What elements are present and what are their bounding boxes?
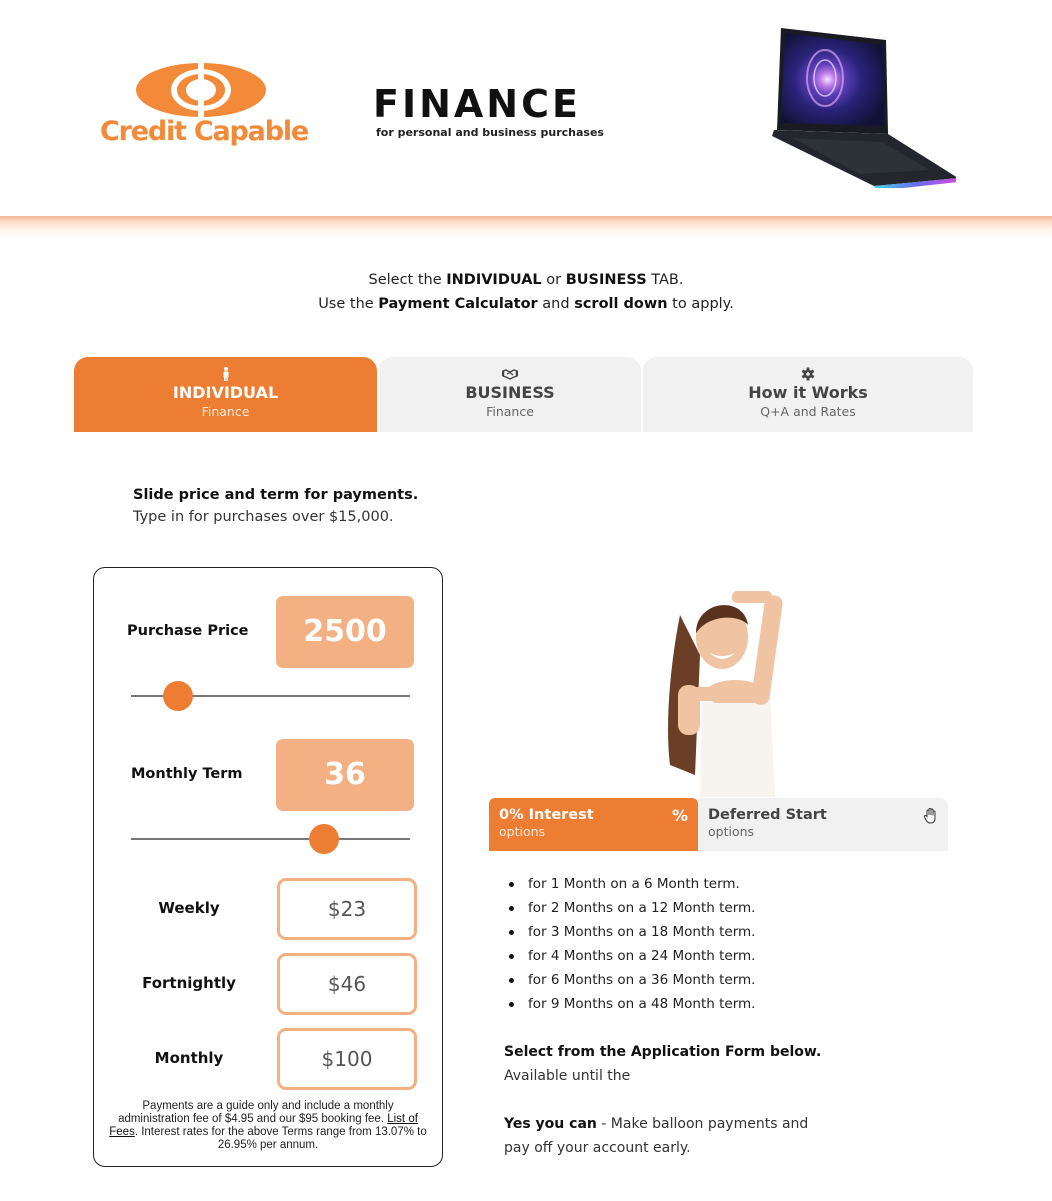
apply-heading: Select from the Application Form below. xyxy=(504,1044,822,1060)
tab-individual-title: INDIVIDUAL xyxy=(172,383,279,402)
payment-calculator: Purchase Price 2500 Monthly Term 36 Week… xyxy=(93,567,443,1167)
list-item: for 3 Months on a 18 Month term. xyxy=(506,920,755,944)
logo-mark-icon xyxy=(136,62,266,118)
tab-zero-interest-title: 0% Interest xyxy=(499,807,594,823)
purchase-price-slider-thumb[interactable] xyxy=(163,681,194,711)
monthly-term-label: Monthly Term xyxy=(131,766,243,782)
list-item: for 9 Months on a 48 Month term. xyxy=(506,992,755,1016)
calculator-instructions: Slide price and term for payments. Type … xyxy=(133,487,419,525)
intro-text: Select the INDIVIDUAL or BUSINESS TAB. U… xyxy=(0,268,1052,316)
purchase-price-input[interactable]: 2500 xyxy=(276,596,414,668)
handshake-icon xyxy=(502,369,518,380)
tab-individual-subtitle: Finance xyxy=(201,404,250,419)
monthly-payment-value: $100 xyxy=(277,1028,417,1090)
weekly-payment-value: $23 xyxy=(277,878,417,940)
balloon-payments-note: Yes you can - Make balloon payments and … xyxy=(504,1116,809,1156)
tab-how-it-works-title: How it Works xyxy=(748,383,868,402)
list-item: for 4 Months on a 24 Month term. xyxy=(506,944,755,968)
list-item: for 6 Months on a 36 Month term. xyxy=(506,968,755,992)
purchase-price-label: Purchase Price xyxy=(127,623,249,639)
monthly-term-slider[interactable] xyxy=(131,823,410,855)
tab-how-it-works[interactable]: How it Works Q+A and Rates xyxy=(643,357,973,432)
woman-framing-gesture-photo xyxy=(668,591,783,797)
fortnightly-payment-value: $46 xyxy=(277,953,417,1015)
tab-business-subtitle: Finance xyxy=(486,404,534,419)
monthly-term-slider-thumb[interactable] xyxy=(308,824,339,854)
purchase-price-slider[interactable] xyxy=(131,680,410,712)
tab-zero-interest-subtitle: options xyxy=(499,824,546,839)
monthly-term-input[interactable]: 36 xyxy=(276,739,414,811)
tab-how-it-works-subtitle: Q+A and Rates xyxy=(760,404,856,419)
tab-business-title: BUSINESS xyxy=(465,383,555,402)
list-item: for 1 Month on a 6 Month term. xyxy=(506,872,755,896)
weekly-label: Weekly xyxy=(158,899,220,917)
laptop-image xyxy=(772,28,956,188)
tab-zero-interest[interactable]: 0% Interest options % xyxy=(489,798,698,851)
person-icon xyxy=(223,367,228,381)
gear-icon xyxy=(801,367,815,381)
credit-capable-logo[interactable]: Credit Capable xyxy=(76,62,332,158)
percent-icon: % xyxy=(671,806,688,825)
monthly-label: Monthly xyxy=(154,1049,224,1067)
page-subtitle: for personal and business purchases xyxy=(376,126,604,139)
slider-track xyxy=(131,838,410,840)
tab-deferred-start-title: Deferred Start xyxy=(708,807,827,823)
brand-name: Credit Capable xyxy=(99,116,309,147)
fees-disclaimer: Payments are a guide only and include a … xyxy=(109,1100,427,1151)
fortnightly-label: Fortnightly xyxy=(142,974,236,992)
tab-deferred-start-subtitle: options xyxy=(708,824,755,839)
hand-icon xyxy=(923,807,936,824)
zero-interest-terms-list: for 1 Month on a 6 Month term. for 2 Mon… xyxy=(506,872,755,1016)
intro-line-1: Select the INDIVIDUAL or BUSINESS TAB. xyxy=(368,272,684,288)
available-until-text: Available until the xyxy=(504,1068,631,1084)
header-divider xyxy=(0,216,1052,238)
site-header: Credit Capable FINANCE for personal and … xyxy=(0,0,1052,216)
tab-deferred-start[interactable]: Deferred Start options xyxy=(698,798,948,851)
application-note: Select from the Application Form below. … xyxy=(504,1040,821,1088)
intro-line-2: Use the Payment Calculator and scroll do… xyxy=(318,296,734,312)
tab-business[interactable]: BUSINESS Finance xyxy=(379,357,641,432)
tab-individual[interactable]: INDIVIDUAL Finance xyxy=(74,357,377,432)
page-title: FINANCE xyxy=(373,82,581,126)
list-item: for 2 Months on a 12 Month term. xyxy=(506,896,755,920)
